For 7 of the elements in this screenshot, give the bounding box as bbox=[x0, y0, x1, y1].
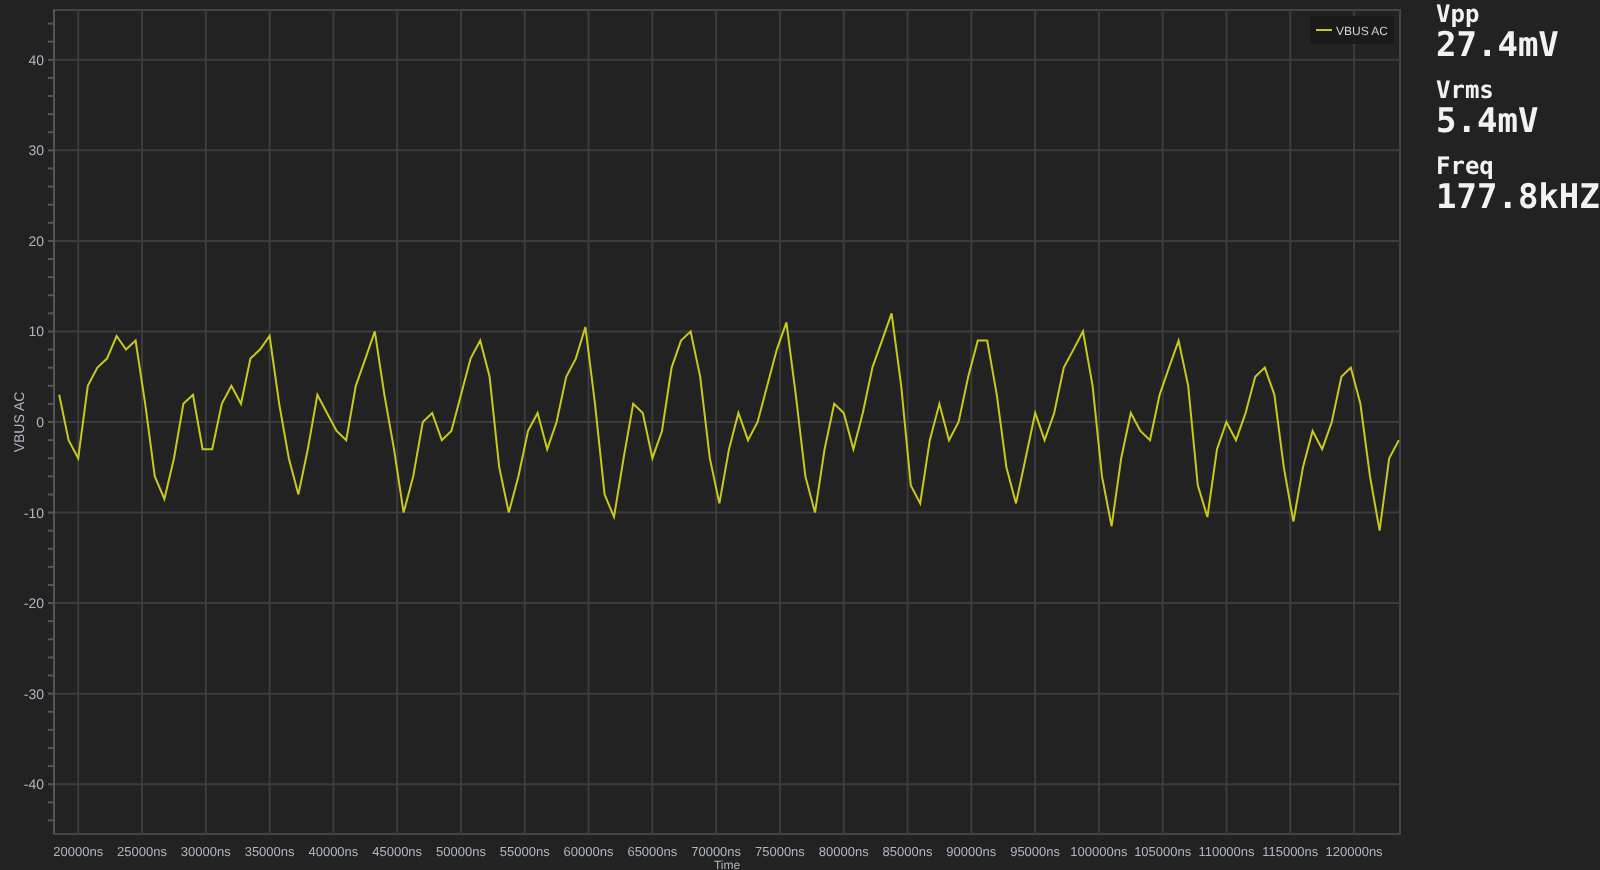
legend-background bbox=[1310, 16, 1394, 44]
readout-value: 177.8kHZ bbox=[1436, 180, 1600, 216]
readout-label: Vpp bbox=[1436, 0, 1482, 28]
readout-label: Vrms bbox=[1436, 76, 1496, 104]
readout-value: 27.4mV bbox=[1436, 28, 1561, 64]
readout-label: Freq bbox=[1436, 152, 1496, 180]
readout-value: 5.4mV bbox=[1436, 104, 1541, 140]
